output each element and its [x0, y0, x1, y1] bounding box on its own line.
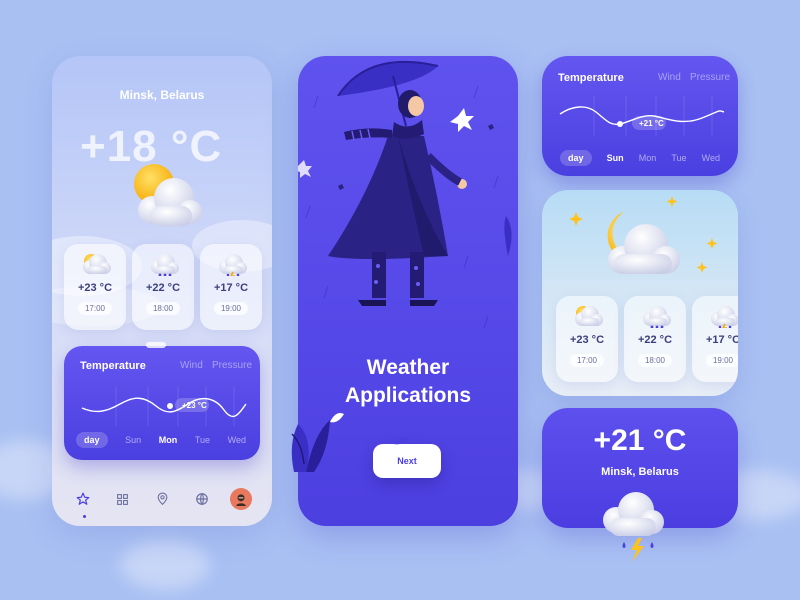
plant-illustration: [291, 420, 330, 472]
rain-cloud-icon: [643, 306, 671, 328]
weather-home-screen: Minsk, Belarus +18 °C +23 °C 17:00 +22 °…: [52, 56, 272, 526]
day-selector: day Sun Mon Tue Wed: [76, 432, 246, 448]
forecast-temp: +22 °C: [145, 282, 181, 294]
title-line-1: Weather: [366, 356, 450, 379]
temperature-chart-card[interactable]: Temperature Wind Pressure +23 °C day Sun…: [64, 346, 260, 460]
forecast-temp: +23 °C: [569, 334, 605, 346]
forecast-card-1900[interactable]: +17 °C 19:00: [692, 296, 738, 382]
storm-cloud-icon: [219, 254, 247, 276]
tab-pressure[interactable]: Pressure: [212, 360, 252, 371]
background-cloud: [120, 540, 210, 590]
forecast-time: 17:00: [569, 354, 605, 367]
temperature-curve: [559, 96, 725, 136]
forecast-temp: +17 °C: [213, 282, 249, 294]
leaf-icon: [330, 413, 344, 423]
forecast-time: 19:00: [213, 302, 249, 315]
forecast-time: 17:00: [77, 302, 113, 315]
day-tab-tue[interactable]: Tue: [195, 435, 210, 445]
hourly-forecast: +23 °C 17:00 +22 °C 18:00 +17 °C 19:00: [556, 296, 738, 382]
day-selector: day Sun Mon Tue Wed: [560, 150, 720, 166]
leaf-icon: [394, 436, 408, 445]
day-tab-sun[interactable]: Sun: [125, 435, 141, 445]
avatar[interactable]: [230, 488, 252, 510]
next-button[interactable]: Next: [373, 444, 441, 478]
day-tab-wed[interactable]: Wed: [228, 435, 246, 445]
rain-cloud-icon: [151, 254, 179, 276]
sun-cloud-icon: [575, 306, 603, 326]
storm-cloud-icon: [603, 492, 664, 562]
forecast-time: 18:00: [145, 302, 181, 315]
forecast-temp: +17 °C: [705, 334, 738, 346]
star-icon[interactable]: [72, 488, 94, 510]
chart-title: Temperature: [558, 72, 624, 84]
night-forecast-card: +23 °C 17:00 +22 °C 18:00 +17 °C 19:00: [542, 190, 738, 396]
forecast-card-1700[interactable]: +23 °C 17:00: [64, 244, 126, 330]
temperature-curve: [81, 386, 247, 426]
city-label: Minsk, Belarus: [119, 88, 205, 102]
sun-cloud-icon: [134, 164, 202, 226]
tab-pressure[interactable]: Pressure: [690, 72, 730, 83]
forecast-temp: +22 °C: [637, 334, 673, 346]
forecast-card-1700[interactable]: +23 °C 17:00: [556, 296, 618, 382]
day-tab-mon[interactable]: Mon: [639, 153, 657, 163]
grid-icon[interactable]: [112, 488, 134, 510]
chart-marker-dot[interactable]: [167, 403, 173, 409]
day-tab-mon[interactable]: Mon: [159, 435, 178, 445]
temperature-chart-card-small[interactable]: Temperature Wind Pressure +21 °C day Sun…: [542, 56, 738, 176]
tab-wind[interactable]: Wind: [180, 360, 203, 371]
day-tab-day[interactable]: day: [560, 150, 592, 166]
chart-title: Temperature: [80, 360, 146, 372]
forecast-card-1900[interactable]: +17 °C 19:00: [200, 244, 262, 330]
forecast-temp: +23 °C: [77, 282, 113, 294]
city-label: Minsk, Belarus: [601, 466, 679, 478]
hourly-forecast: +23 °C 17:00 +22 °C 18:00 +17 °C 19:00: [64, 244, 262, 330]
tab-wind[interactable]: Wind: [658, 72, 681, 83]
chart-marker-label: +23 °C: [182, 401, 207, 410]
day-tab-day[interactable]: day: [76, 432, 108, 448]
day-tab-tue[interactable]: Tue: [671, 153, 686, 163]
onboarding-title: Weather Applications: [298, 354, 518, 410]
forecast-time: 19:00: [705, 354, 738, 367]
globe-icon[interactable]: [191, 488, 213, 510]
forecast-time: 18:00: [637, 354, 673, 367]
forecast-card-1800[interactable]: +22 °C 18:00: [132, 244, 194, 330]
sun-cloud-icon: [83, 254, 111, 274]
forecast-card-1800[interactable]: +22 °C 18:00: [624, 296, 686, 382]
location-pin-icon[interactable]: [151, 488, 173, 510]
current-temperature: +21 °C: [593, 424, 687, 457]
active-nav-indicator: [83, 515, 86, 518]
chart-marker-dot[interactable]: [617, 121, 623, 127]
day-tab-wed[interactable]: Wed: [702, 153, 720, 163]
card-handle: [146, 342, 166, 348]
day-tab-sun[interactable]: Sun: [607, 153, 624, 163]
storm-cloud-icon: [711, 306, 738, 328]
woman-umbrella-illustration: [298, 60, 512, 329]
bottom-navigation: [72, 488, 252, 510]
chart-marker-label: +21 °C: [639, 119, 664, 128]
